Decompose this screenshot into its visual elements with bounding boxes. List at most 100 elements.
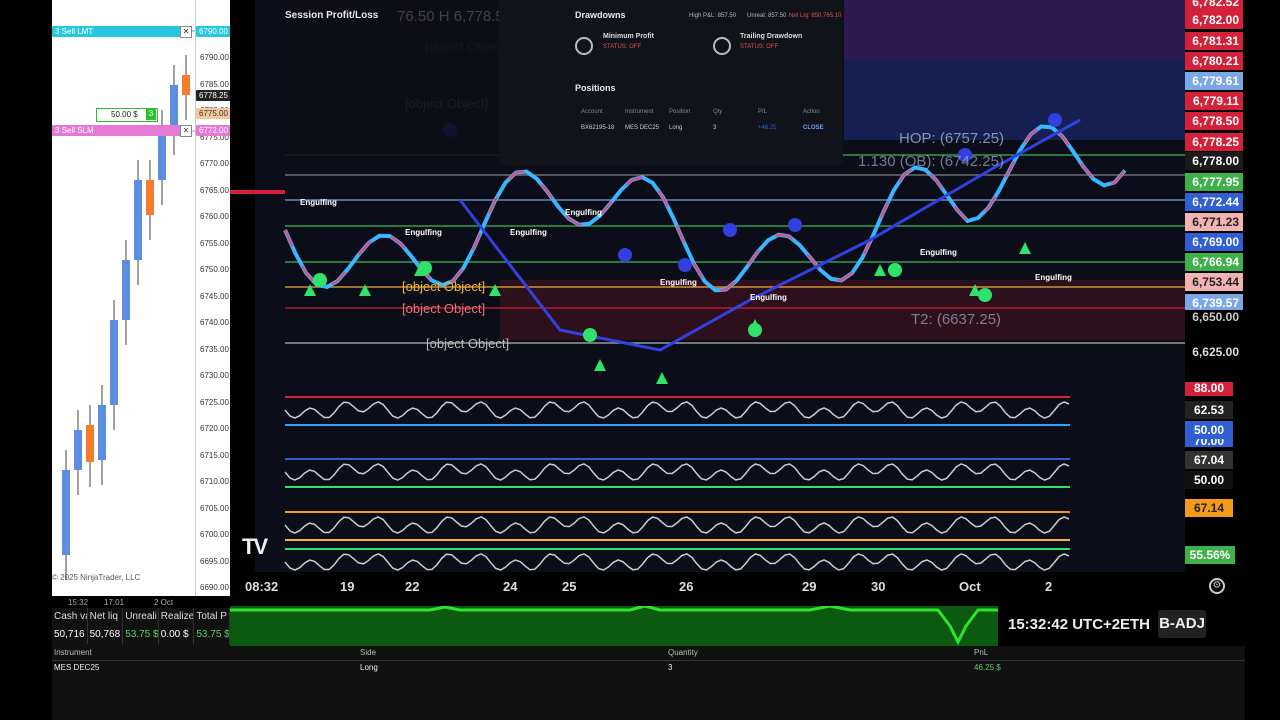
ninjatrader-candle (170, 85, 178, 130)
position-col-position: Position (669, 109, 691, 115)
sell-stop-price-tag: 6772.00 (196, 125, 231, 136)
positions-header-side: Side (360, 648, 377, 657)
indicator-value: 50.00 (1185, 421, 1233, 439)
price-label: 6,778.25 (1185, 133, 1243, 151)
trading-overlay-panel[interactable]: Session Profit/Loss 76.50 H 6,778.50 L 6… (285, 0, 843, 165)
sell-limit-order-line[interactable]: 3 Sell LMT (52, 26, 188, 37)
position-col-action: Action (803, 109, 820, 115)
ninjatrader-axis-tick: 6745.00 (200, 291, 229, 301)
price-label: 6,779.11 (1185, 92, 1243, 110)
ninjatrader-candle (62, 470, 70, 555)
trailing-drawdown-status: STATUS: OFF (740, 44, 779, 50)
blue-zone (844, 60, 1185, 140)
position-account: BX62195-18 (581, 125, 615, 131)
ninjatrader-axis-tick: 6690.00 (200, 583, 229, 592)
clock-bar[interactable]: 15:32:42 UTC+2 ETH B-ADJ (998, 606, 1243, 646)
price-label: 6,650.00 (1185, 310, 1243, 324)
account-header-realized: Realize (159, 608, 195, 626)
position-side: Long (669, 125, 683, 131)
trailing-drawdown-label: Trailing Drawdown (740, 33, 803, 40)
pattern-label: Engulfing (405, 228, 442, 237)
mid-price-tag: 6775.00 (196, 108, 231, 119)
positions-grid[interactable]: Instrument Side Quantity PnL MES DEC25 L… (52, 646, 1245, 720)
drawdowns-panel: Drawdowns High P&L: 857.50 Unreal: 857.5… (499, 0, 843, 165)
red-zone (500, 280, 1185, 340)
account-netliq-value: 50,768 (88, 626, 124, 644)
unrealized-pnl: Unreal: 857.50 (747, 13, 787, 19)
ninjatrader-axis-tick: 6765.00 (200, 185, 229, 195)
price-label: 6,782.52 (1185, 0, 1243, 11)
ninjatrader-candle (146, 180, 154, 215)
ninjatrader-axis-tick: 6730.00 (200, 371, 229, 380)
price-label: 6,772.44 (1185, 193, 1243, 211)
ninjatrader-axis-tick: 6715.00 (200, 450, 229, 460)
account-header-cash: Cash va (52, 608, 88, 626)
price-label: 6,753.44 (1185, 273, 1243, 291)
account-unrealized-value: 53.75 $ (123, 626, 159, 644)
sell-stop-order-label: 3 Sell SLM (55, 126, 94, 135)
pattern-label: Engulfing (660, 278, 697, 287)
sell-dot-icon (618, 248, 632, 262)
account-summary-grid[interactable]: Cash va Net liq Unreali Realize Total P … (52, 608, 230, 648)
position-col-account: Account (581, 109, 603, 115)
net-liquidity: Net Liq: 850,765.10 (789, 13, 842, 19)
ninjatrader-axis-tick: 6740.00 (200, 318, 229, 327)
signal-dot-icon (888, 263, 902, 277)
account-header-total: Total P (194, 608, 230, 626)
ninjatrader-date-label: 2 Oct (154, 598, 174, 607)
min-profit-label: Minimum Profit (603, 33, 654, 40)
account-total-value: 53.75 $ (194, 626, 230, 644)
close-icon[interactable]: ✕ (180, 125, 192, 137)
time-label: 24 (503, 579, 518, 594)
ninjatrader-axis-tick: 6700.00 (200, 530, 229, 539)
ninjatrader-axis-tick: 6785.00 (200, 79, 229, 89)
min-profit-toggle-icon[interactable] (575, 37, 593, 55)
time-label: 25 (562, 579, 577, 594)
price-label: 6,769.00 (1185, 233, 1243, 251)
price-label: 6,780.21 (1185, 52, 1243, 70)
positions-title: Positions (575, 83, 616, 93)
price-label: 6,779.61 (1185, 72, 1243, 90)
last-price-tag: 6778.25 (196, 90, 231, 101)
positions-pnl: 46.25 $ (974, 663, 1001, 672)
positions-side: Long (360, 663, 378, 672)
account-cash-value: 50,716 (52, 626, 88, 644)
position-close-button[interactable]: CLOSE (803, 125, 824, 131)
adjustment-button[interactable]: B-ADJ (1158, 610, 1206, 638)
indicator-value: 88.00 (1185, 382, 1233, 396)
sell-stop-order-line[interactable]: 3 Sell SLM (52, 125, 188, 136)
ninjatrader-axis-tick: 6735.00 (200, 344, 229, 354)
ninjatrader-candle (134, 180, 142, 260)
fib-label: [object Object] (402, 301, 486, 316)
price-axis-tick: 6,625.00 (1192, 345, 1239, 359)
time-label: 19 (340, 579, 355, 594)
settings-gear-icon[interactable]: ⚙ (1209, 578, 1225, 594)
sell-dot-icon (1048, 113, 1062, 127)
positions-header-instrument: Instrument (54, 648, 92, 657)
ninjatrader-candle (74, 430, 82, 470)
ninjatrader-candle (86, 425, 94, 462)
tradingview-price-axis[interactable]: 6,782.52 6,782.00 6,781.31 6,780.21 6,77… (1185, 0, 1245, 600)
price-label: 6,778.00 (1185, 152, 1243, 170)
trailing-drawdown-toggle-icon[interactable] (713, 37, 731, 55)
pattern-label: Engulfing (510, 228, 547, 237)
close-icon[interactable]: ✕ (180, 26, 192, 38)
ninjatrader-date-label: 15:32 (68, 598, 89, 607)
session-button[interactable]: ETH (1120, 616, 1150, 633)
sell-dot-icon (788, 218, 802, 232)
account-realized-value: 0.00 $ (159, 626, 195, 644)
signal-dot-icon (418, 261, 432, 275)
ninjatrader-copyright: © 2025 NinjaTrader, LLC (52, 573, 141, 582)
ninjatrader-candle (98, 405, 106, 460)
session-pnl-title: Session Profit/Loss (285, 10, 379, 21)
indicator-value: 50.00 (1185, 471, 1233, 489)
time-label: 26 (679, 579, 694, 594)
pattern-label: Engulfing (750, 293, 787, 302)
position-instrument: MES DEC25 (625, 125, 660, 131)
ninjatrader-axis-tick: 6750.00 (200, 265, 229, 274)
indicator-value: 67.04 (1185, 451, 1233, 469)
tradingview-time-axis[interactable]: 08:32 19 22 24 25 26 29 30 Oct 2 (230, 572, 1185, 600)
drawdowns-title: Drawdowns (575, 10, 626, 20)
sell-limit-order-label: 3 Sell LMT (55, 27, 94, 36)
ninjatrader-axis-tick: 6770.00 (200, 159, 229, 168)
